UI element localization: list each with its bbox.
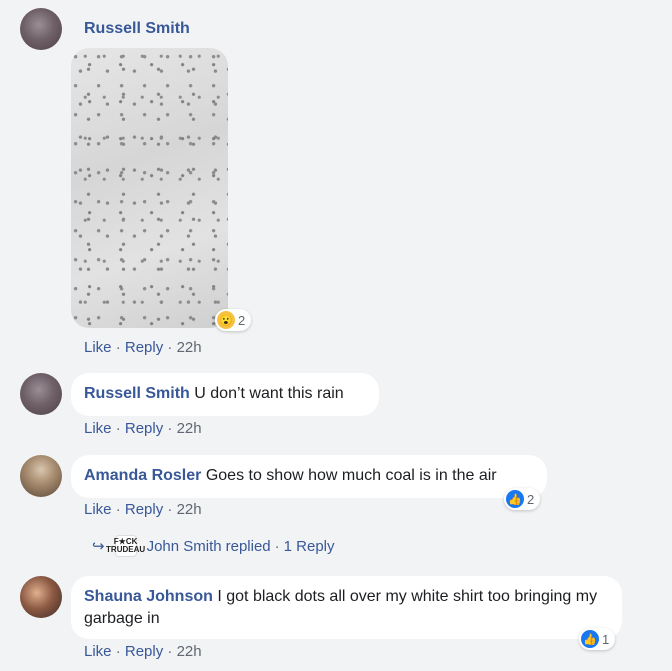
comment-actions: Like · Reply · 22h xyxy=(84,339,202,356)
replier-avatar: F★CK TRUDEAU xyxy=(106,535,145,557)
reaction-count[interactable]: 😮 2 xyxy=(215,309,252,331)
comment-text: Goes to show how much coal is in the air xyxy=(205,467,497,484)
timestamp[interactable]: 22h xyxy=(177,420,202,437)
comment-bubble: Russell Smith U don’t want this rain xyxy=(71,373,379,416)
comment-bubble: Amanda Rosler Goes to show how much coal… xyxy=(71,455,547,498)
timestamp[interactable]: 22h xyxy=(177,501,202,518)
like-link[interactable]: Like xyxy=(84,643,112,660)
avatar[interactable] xyxy=(20,8,62,50)
wow-icon: 😮 xyxy=(217,311,235,329)
comment-bubble: Shauna Johnson I got black dots all over… xyxy=(71,576,622,639)
reply-link[interactable]: Reply xyxy=(125,501,163,518)
comment-actions: Like · Reply · 22h xyxy=(84,420,202,437)
comment-author[interactable]: Shauna Johnson xyxy=(84,588,213,605)
like-icon: 👍 xyxy=(506,490,524,508)
comment-author[interactable]: Russell Smith xyxy=(84,20,190,38)
reply-arrow-icon: ↪ xyxy=(92,538,105,555)
view-replies-link[interactable]: ↪ F★CK TRUDEAU John Smith replied · 1 Rep… xyxy=(92,535,335,557)
timestamp[interactable]: 22h xyxy=(177,643,202,660)
like-link[interactable]: Like xyxy=(84,420,112,437)
reaction-count[interactable]: 👍 1 xyxy=(579,628,616,650)
reaction-count[interactable]: 👍 2 xyxy=(504,488,541,510)
comment-text: U don’t want this rain xyxy=(194,385,344,402)
reply-link[interactable]: Reply xyxy=(125,420,163,437)
comment-author[interactable]: Amanda Rosler xyxy=(84,467,201,484)
avatar[interactable] xyxy=(20,373,62,415)
reply-link[interactable]: Reply xyxy=(125,339,163,356)
replied-text: replied xyxy=(225,537,271,555)
replier-name: John Smith xyxy=(146,537,222,555)
avatar[interactable] xyxy=(20,455,62,497)
comment-actions: Like · Reply · 22h xyxy=(84,501,202,518)
comment-photo[interactable] xyxy=(71,48,228,328)
comment-actions: Like · Reply · 22h xyxy=(84,643,202,660)
timestamp[interactable]: 22h xyxy=(177,339,202,356)
like-link[interactable]: Like xyxy=(84,501,112,518)
comment-author[interactable]: Russell Smith xyxy=(84,385,190,402)
reply-link[interactable]: Reply xyxy=(125,643,163,660)
like-link[interactable]: Like xyxy=(84,339,112,356)
avatar[interactable] xyxy=(20,576,62,618)
like-icon: 👍 xyxy=(581,630,599,648)
reply-count: 1 Reply xyxy=(283,537,335,555)
